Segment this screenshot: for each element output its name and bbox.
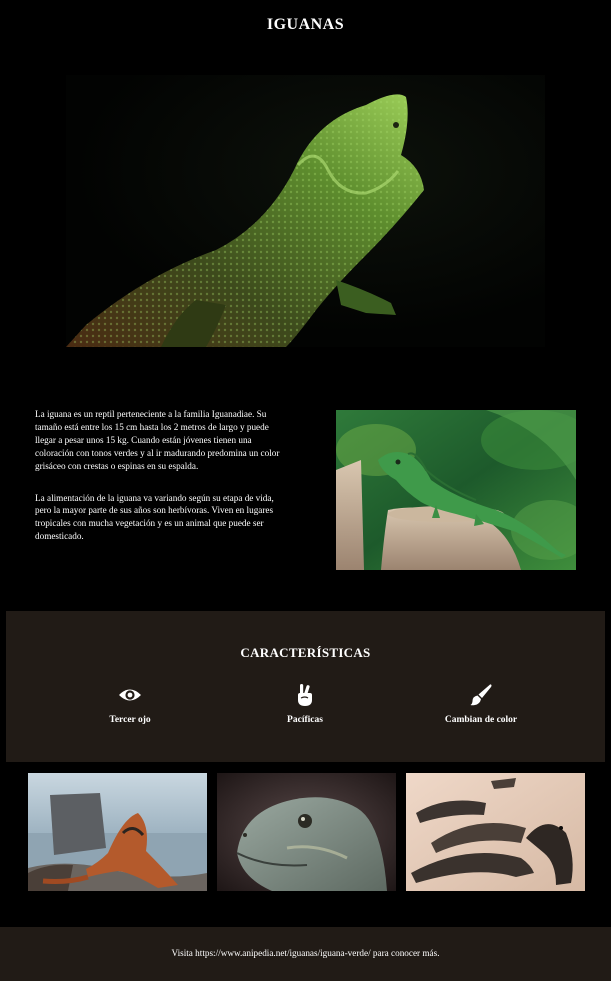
paintbrush-icon bbox=[469, 683, 493, 707]
peace-hand-icon bbox=[293, 683, 317, 707]
gallery-image-beach-iguana bbox=[28, 773, 207, 891]
feature-label: Cambian de color bbox=[444, 715, 518, 725]
features-section: CARACTERÍSTICAS Tercer ojo Pacíficas Cam… bbox=[6, 611, 605, 762]
feature-third-eye: Tercer ojo bbox=[55, 683, 205, 725]
feature-label: Pacíficas bbox=[287, 715, 323, 725]
intro-paragraph: La alimentación de la iguana va variando… bbox=[35, 492, 274, 542]
footer: Visita https://www.anipedia.net/iguanas/… bbox=[0, 927, 611, 981]
page-title: IGUANAS bbox=[266, 16, 345, 33]
feature-label: Tercer ojo bbox=[109, 715, 151, 725]
footer-text: Visita https://www.anipedia.net/iguanas/… bbox=[171, 948, 440, 958]
feature-peaceful: Pacíficas bbox=[230, 683, 380, 725]
feature-color-change: Cambian de color bbox=[406, 683, 556, 725]
gallery-image-iguana-head bbox=[217, 773, 396, 891]
hero-iguana-image bbox=[66, 75, 545, 347]
gallery-image-iguana-group bbox=[406, 773, 585, 891]
intro-paragraph: La iguana es un reptil perteneciente a l… bbox=[35, 409, 280, 471]
features-title: CARACTERÍSTICAS bbox=[240, 645, 371, 660]
eye-icon bbox=[118, 683, 142, 707]
iguana-stump-image bbox=[336, 410, 576, 570]
intro-text: La iguana es un reptil perteneciente a l… bbox=[35, 408, 280, 543]
